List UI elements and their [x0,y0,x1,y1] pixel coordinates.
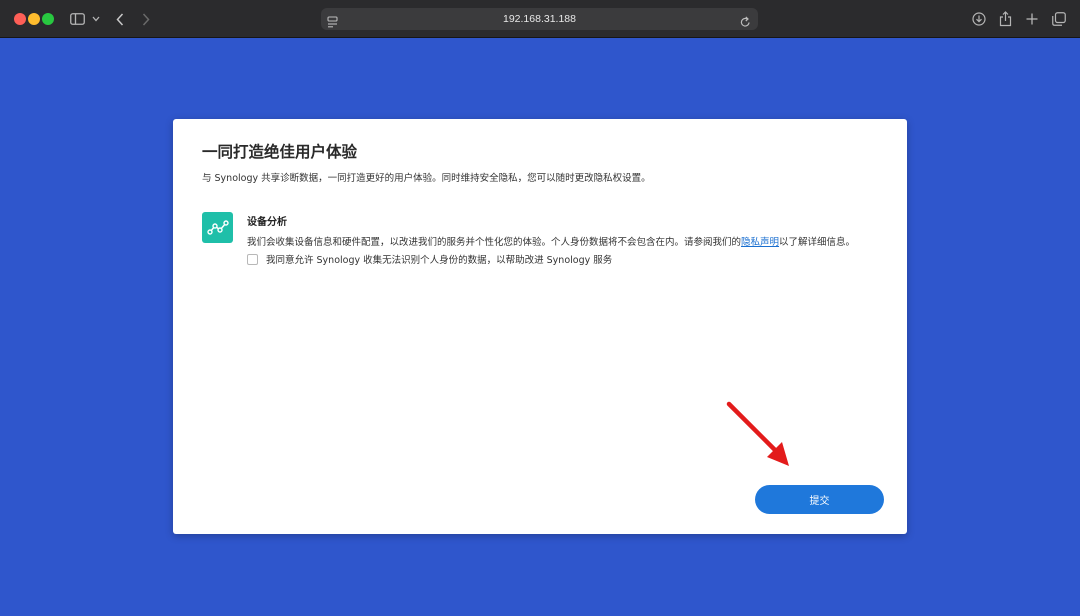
share-icon[interactable] [999,9,1012,29]
chevron-down-icon[interactable] [92,9,100,29]
address-bar[interactable]: 192.168.31.188 [321,8,758,30]
zoom-window-button[interactable] [42,13,54,25]
new-tab-icon[interactable] [1026,9,1038,29]
feature-description-tail: 以了解详细信息。 [779,237,856,248]
close-window-button[interactable] [14,13,26,25]
forward-icon[interactable] [142,9,150,29]
consent-row[interactable]: 我同意允许 Synology 收集无法识别个人身份的数据，以帮助改进 Synol… [247,252,612,266]
tab-overview-icon[interactable] [1052,9,1066,29]
url-text: 192.168.31.188 [503,13,576,25]
consent-checkbox[interactable] [247,253,258,265]
minimize-window-button[interactable] [28,13,40,25]
dialog-title: 一同打造绝佳用户体验 [202,143,358,161]
submit-button[interactable]: 提交 [755,485,884,514]
consent-label[interactable]: 我同意允许 Synology 收集无法识别个人身份的数据，以帮助改进 Synol… [266,252,612,266]
sidebar-icon[interactable] [70,9,85,29]
analytics-icon [202,212,233,243]
browser-toolbar: 192.168.31.188 [0,0,1080,38]
feature-description-text: 我们会收集设备信息和硬件配置，以改进我们的服务并个性化您的体验。个人身份数据将不… [247,237,742,248]
feature-description: 我们会收集设备信息和硬件配置，以改进我们的服务并个性化您的体验。个人身份数据将不… [247,234,855,248]
dialog-subtitle: 与 Synology 共享诊断数据，一同打造更好的用户体验。同时维持安全隐私，您… [202,173,651,184]
reload-icon[interactable] [740,13,751,32]
download-icon[interactable] [972,9,986,29]
feature-title: 设备分析 [247,217,287,228]
back-icon[interactable] [116,9,124,29]
annotation-arrow-icon [726,401,789,466]
privacy-statement-link[interactable]: 隐私声明 [741,237,779,248]
